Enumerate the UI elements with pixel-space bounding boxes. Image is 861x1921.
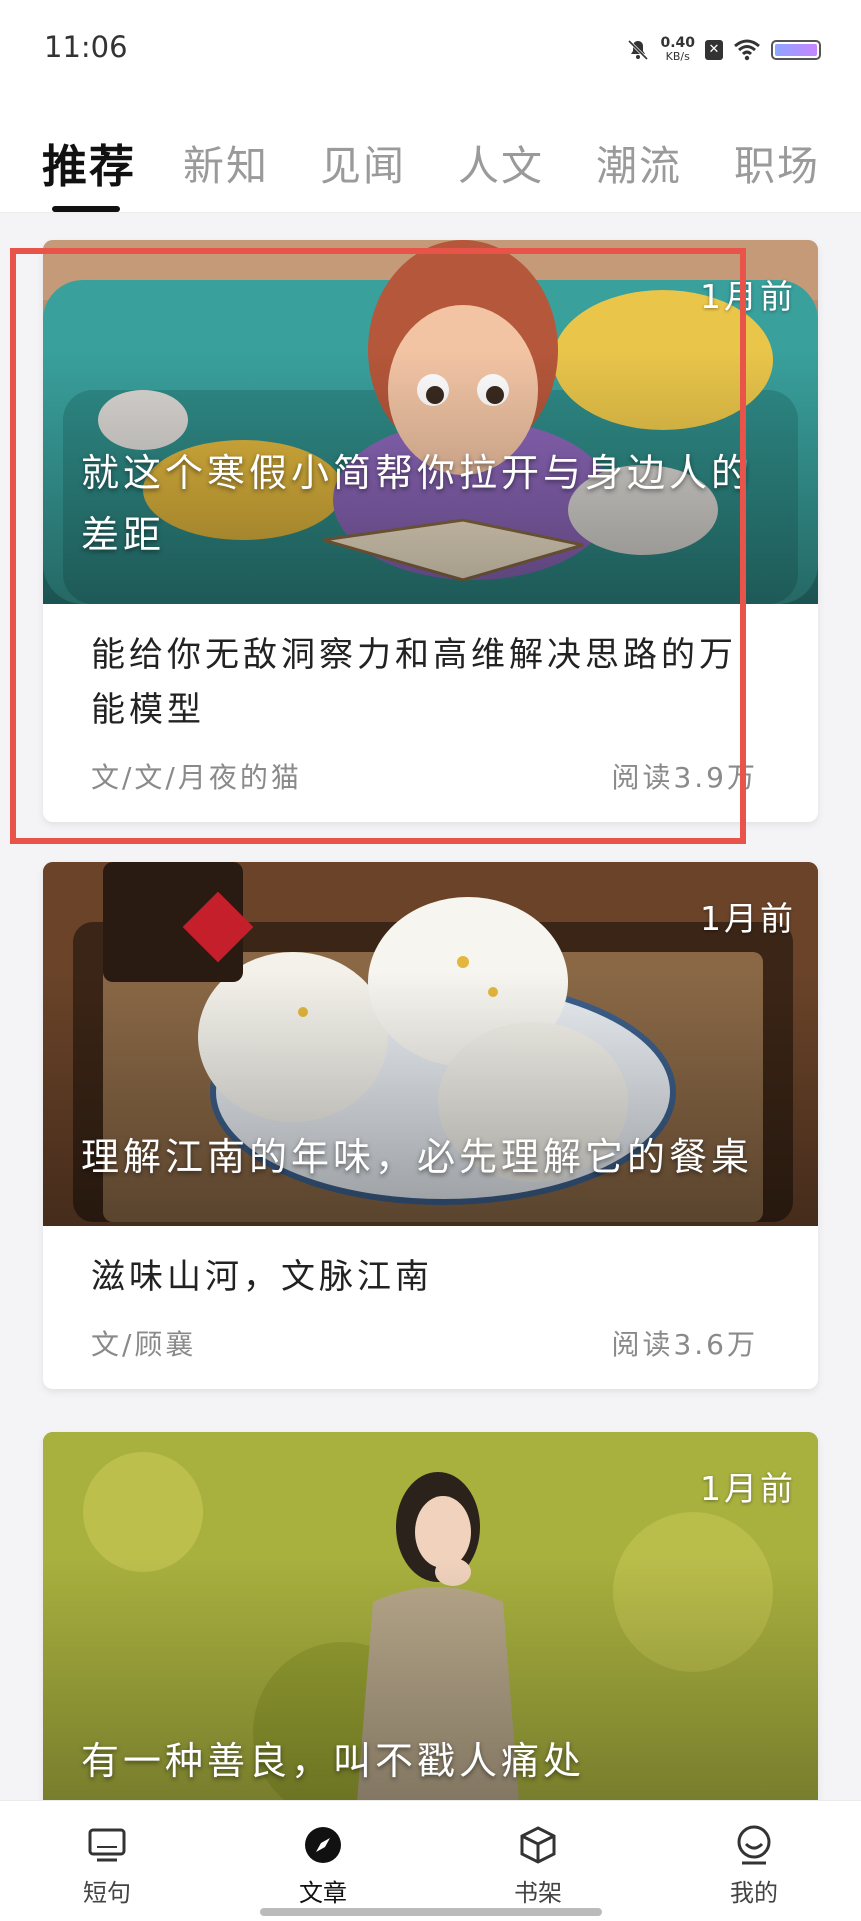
tab-trends[interactable]: 潮流 [596, 132, 682, 192]
mute-bell-icon [628, 39, 649, 61]
nav-item-bookshelf[interactable]: 书架 [478, 1823, 598, 1908]
article-cover-image: 1月前 就这个寒假小简帮你拉开与身边人的差距 [43, 240, 818, 604]
status-bar: 11:06 0.40 KB/s ✕ [0, 0, 861, 100]
nav-item-sentences[interactable]: 短句 [47, 1823, 167, 1908]
article-read-count: 阅读3.9万 [611, 761, 758, 794]
monitor-icon [88, 1828, 126, 1862]
nav-item-articles[interactable]: 文章 [263, 1823, 383, 1908]
article-meta: 文/文/月夜的猫 阅读3.9万 [91, 756, 758, 796]
article-cover-image: 1月前 理解江南的年味，必先理解它的餐桌 [43, 862, 818, 1226]
tab-recommend[interactable]: 推荐 [42, 130, 136, 195]
article-card[interactable]: 1月前 理解江南的年味，必先理解它的餐桌 滋味山河，文脉江南 文/顾襄 阅读3.… [43, 862, 818, 1389]
article-title[interactable]: 就这个寒假小简帮你拉开与身边人的差距 [81, 442, 778, 566]
bottom-navigation: 短句 文章 书架 我的 [0, 1800, 861, 1921]
article-subtitle[interactable]: 滋味山河，文脉江南 [91, 1250, 758, 1305]
nav-label: 短句 [83, 1879, 131, 1907]
battery-fill [775, 44, 817, 56]
article-cover-image: 1月前 有一种善良，叫不戳人痛处 [43, 1432, 818, 1800]
article-meta: 文/顾襄 阅读3.6万 [91, 1323, 758, 1363]
tab-news[interactable]: 见闻 [320, 132, 406, 192]
nav-label: 书架 [514, 1879, 562, 1907]
article-card[interactable]: 1月前 就这个寒假小简帮你拉开与身边人的差距 能给你无敌洞察力和高维解决思路的万… [43, 240, 818, 822]
article-author: 文/文/月夜的猫 [91, 761, 302, 794]
cube-icon [520, 1826, 556, 1864]
publish-time: 1月前 [700, 1469, 796, 1508]
article-title[interactable]: 理解江南的年味，必先理解它的餐桌 [81, 1126, 778, 1188]
smiley-user-icon [737, 1825, 771, 1865]
article-feed[interactable]: 1月前 就这个寒假小简帮你拉开与身边人的差距 能给你无敌洞察力和高维解决思路的万… [0, 212, 861, 1800]
no-sim-icon: ✕ [705, 40, 723, 60]
nav-label: 文章 [299, 1879, 347, 1907]
publish-time: 1月前 [700, 899, 796, 938]
home-indicator[interactable] [260, 1908, 602, 1916]
article-author: 文/顾襄 [91, 1328, 197, 1361]
network-speed-value: 0.40 [660, 35, 695, 51]
article-title[interactable]: 有一种善良，叫不戳人痛处 [81, 1730, 778, 1792]
article-subtitle[interactable]: 能给你无敌洞察力和高维解决思路的万能模型 [91, 628, 758, 738]
nav-item-mine[interactable]: 我的 [694, 1823, 814, 1908]
category-tabs: 推荐 新知 见闻 人文 潮流 职场 [0, 100, 861, 213]
network-speed: 0.40 KB/s [660, 36, 695, 64]
status-icons: 0.40 KB/s ✕ [626, 30, 821, 70]
article-card[interactable]: 1月前 有一种善良，叫不戳人痛处 [43, 1432, 818, 1800]
tab-new-knowledge[interactable]: 新知 [183, 132, 269, 192]
publish-time: 1月前 [700, 277, 796, 316]
article-body: 滋味山河，文脉江南 文/顾襄 阅读3.6万 [43, 1226, 818, 1389]
tab-humanities[interactable]: 人文 [458, 132, 544, 192]
tab-workplace[interactable]: 职场 [734, 132, 820, 192]
nav-label: 我的 [730, 1879, 778, 1907]
article-read-count: 阅读3.6万 [611, 1328, 758, 1361]
battery-icon [771, 40, 821, 60]
article-body: 能给你无敌洞察力和高维解决思路的万能模型 文/文/月夜的猫 阅读3.9万 [43, 604, 818, 822]
wifi-icon [734, 39, 760, 61]
compass-icon [305, 1827, 341, 1863]
status-time: 11:06 [44, 30, 128, 64]
network-speed-unit: KB/s [665, 50, 690, 63]
